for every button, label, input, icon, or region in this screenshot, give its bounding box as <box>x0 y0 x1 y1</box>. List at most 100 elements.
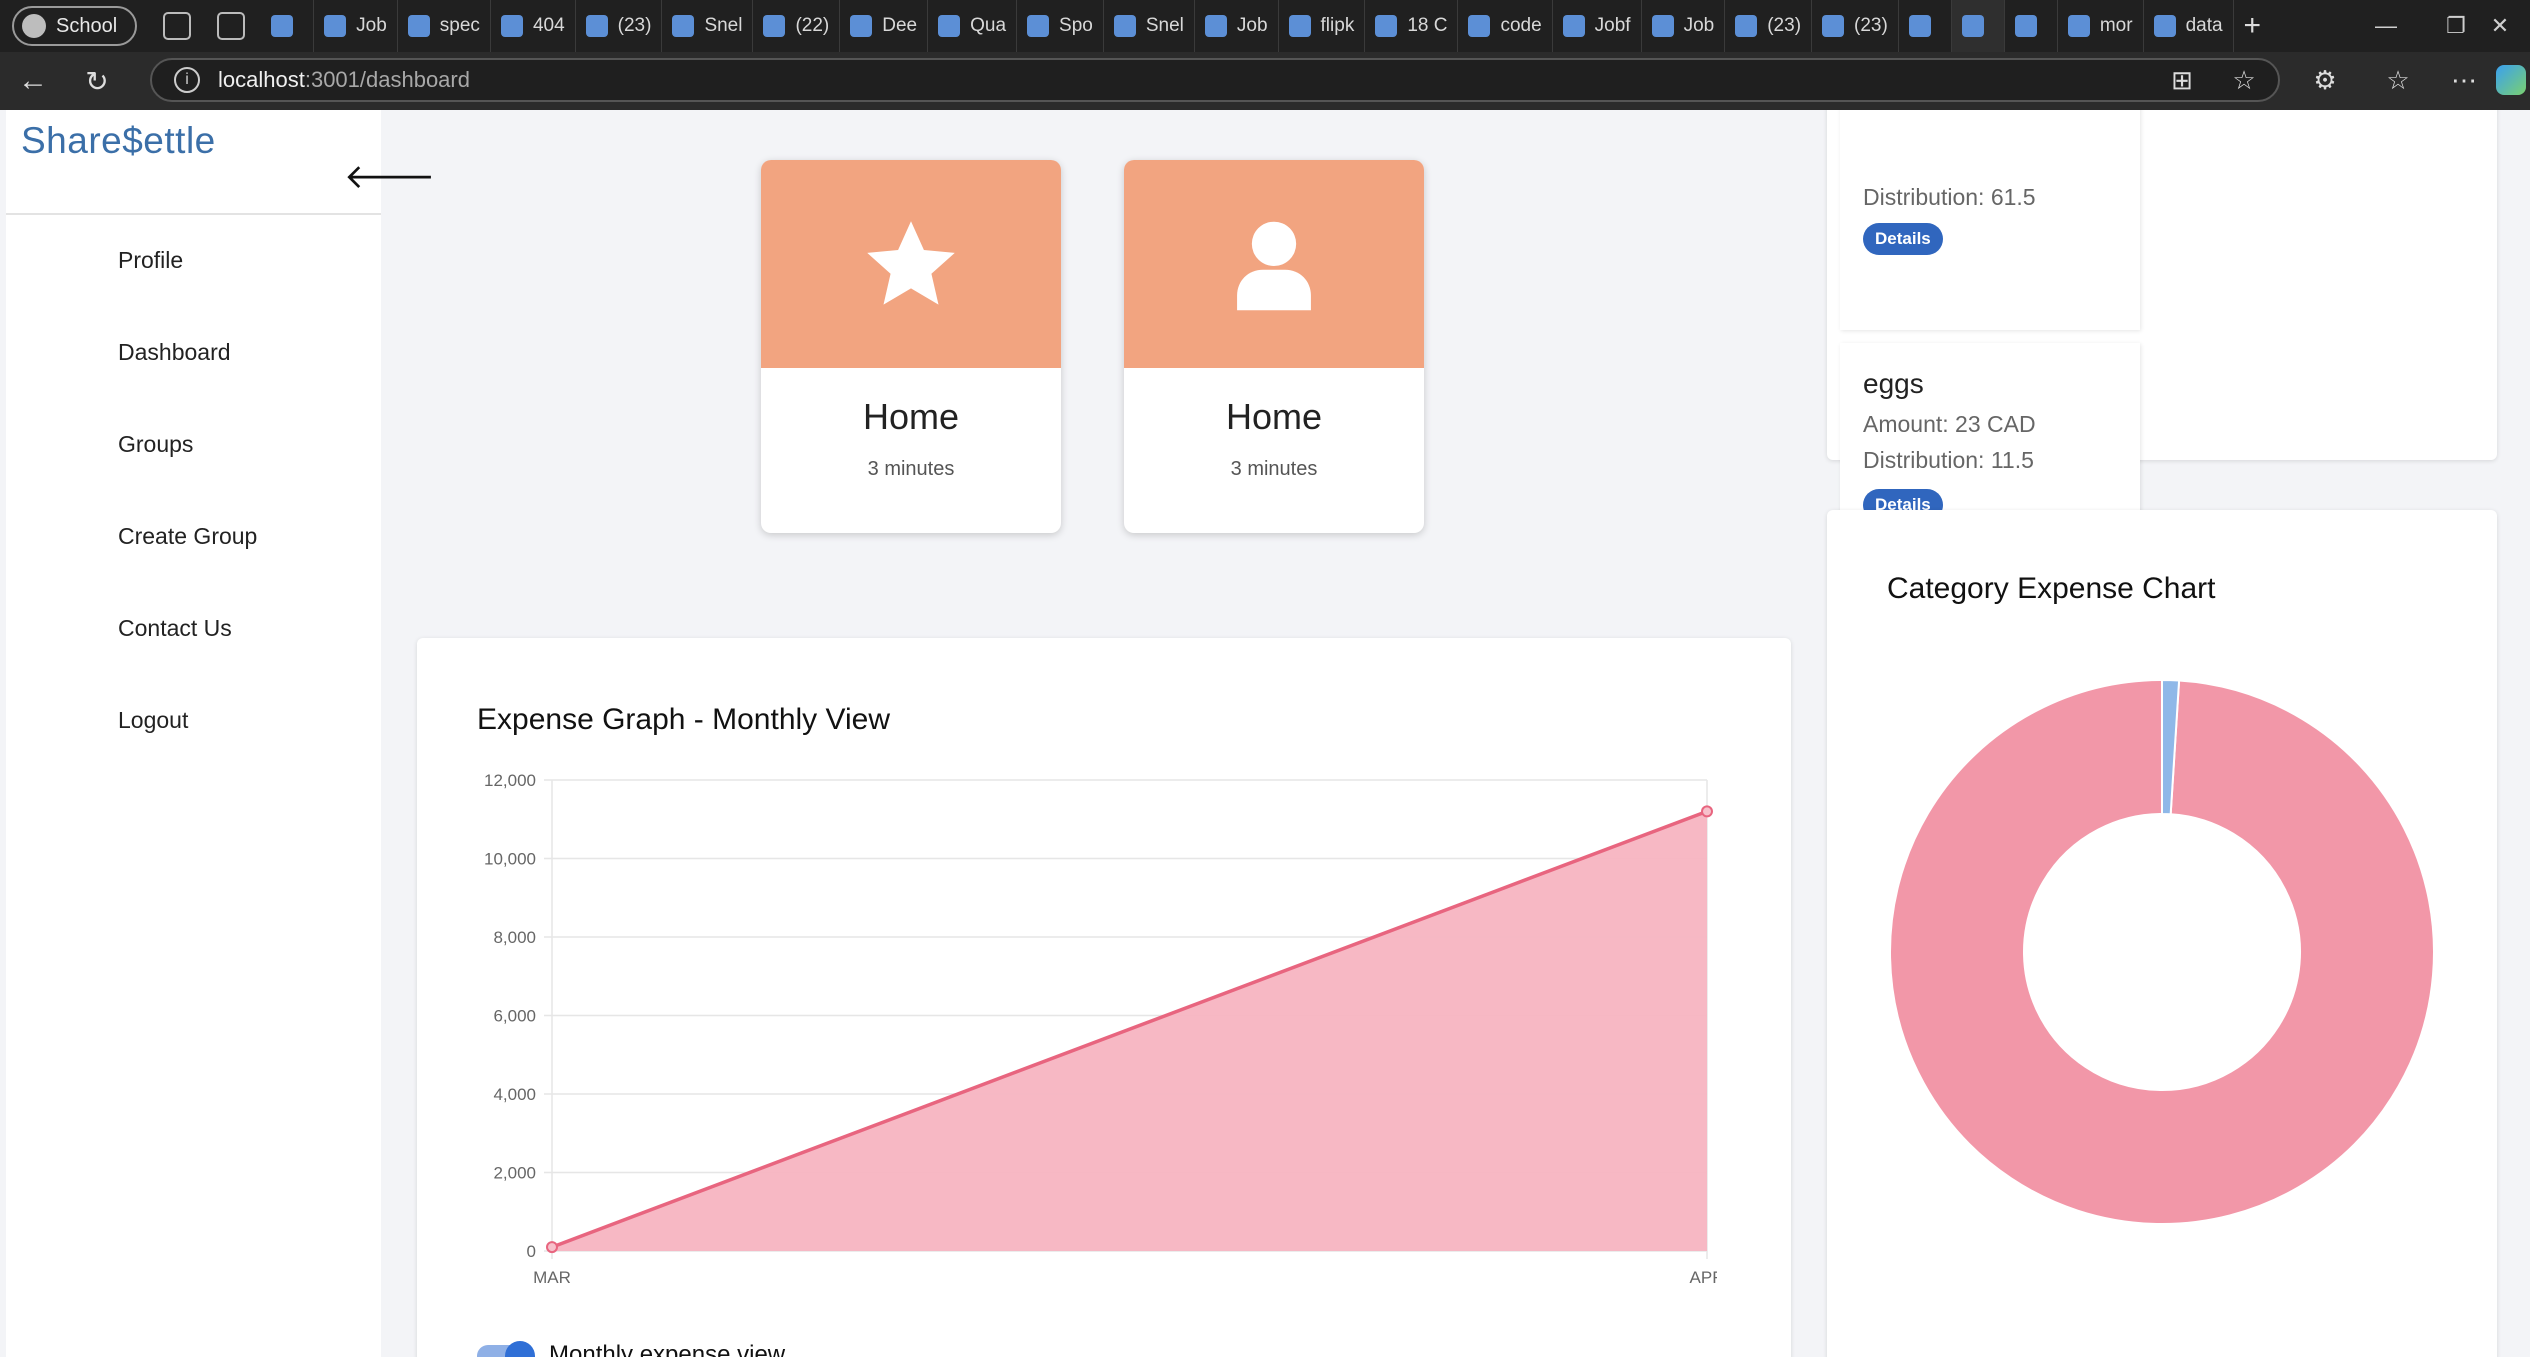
expense-name: eggs <box>1863 368 1924 399</box>
expense-list-panel: Distribution: 61.5 Details eggs Amount: … <box>1827 110 2497 573</box>
tab-favicon-icon <box>585 15 608 37</box>
browser-tab[interactable]: data <box>2144 0 2234 52</box>
avatar <box>22 14 46 38</box>
profile-button[interactable]: School <box>12 6 138 46</box>
sidebar-item-create-group[interactable]: Create Group <box>118 523 257 550</box>
group-card[interactable]: Home 3 minutes <box>761 160 1061 533</box>
browser-tab[interactable]: Snel <box>1104 0 1195 52</box>
browser-tab[interactable]: mor <box>2058 0 2144 52</box>
card-title: Home <box>862 396 960 437</box>
card-title: Home <box>1225 396 1323 437</box>
tab-favicon-icon <box>2014 15 2037 37</box>
browser-tab[interactable] <box>261 0 315 52</box>
tab-label: Job <box>1236 15 1268 36</box>
y-tick-label: 6,000 <box>493 1007 536 1026</box>
window-close-button[interactable]: ✕ <box>2470 0 2530 52</box>
copilot-icon[interactable] <box>2496 65 2526 95</box>
expense-amount: Amount: 23 CAD <box>1863 411 2036 437</box>
sidebar: Share$ettle 🡐 Profile Dashboard Groups C… <box>6 110 435 1357</box>
tab-favicon-icon <box>1113 15 1136 37</box>
app-available-icon[interactable]: ⊞ <box>2164 62 2200 98</box>
star-icon <box>867 221 955 305</box>
sidebar-item-logout[interactable]: Logout <box>118 707 188 734</box>
browser-tab[interactable]: 18 C <box>1365 0 1459 52</box>
tab-favicon-icon <box>1908 15 1931 37</box>
browser-tab[interactable]: Job <box>314 0 398 52</box>
tab-favicon-icon <box>672 15 695 37</box>
expense-distribution: Distribution: 61.5 <box>1863 184 2036 210</box>
card-subtitle: 3 minutes <box>1230 458 1318 480</box>
y-tick-label: 0 <box>527 1242 536 1261</box>
favorites-icon[interactable]: ☆ <box>2380 62 2416 98</box>
browser-tab[interactable]: (23) <box>576 0 663 52</box>
tab-actions-icon[interactable] <box>217 12 246 40</box>
favorite-star-icon[interactable]: ☆ <box>2226 62 2262 98</box>
data-point <box>1701 805 1713 818</box>
browser-tab[interactable]: Snel <box>662 0 754 52</box>
browser-tab[interactable]: 404 <box>491 0 576 52</box>
tab-label: Job <box>356 15 387 36</box>
expense-distribution: Distribution: 11.5 <box>1863 447 2034 473</box>
browser-tab[interactable]: code <box>1458 0 1553 52</box>
tab-favicon-icon <box>2067 15 2090 37</box>
expense-graph-panel: Expense Graph - Monthly View 0 2,000 4,000… <box>417 638 1791 1357</box>
browser-tab[interactable]: Job <box>1195 0 1279 52</box>
card-header <box>761 160 1061 368</box>
tab-label: Jobf <box>1594 15 1631 36</box>
sidebar-item-groups[interactable]: Groups <box>118 431 193 458</box>
x-tick-label: MAR <box>533 1268 571 1287</box>
new-tab-button[interactable]: + <box>2234 0 2272 52</box>
browser-tab[interactable] <box>1899 0 1952 52</box>
url-field[interactable]: i localhost:3001/dashboard ⊞ ☆ <box>150 58 2280 102</box>
sidebar-item-contact-us[interactable]: Contact Us <box>118 615 232 642</box>
browser-tab[interactable]: (23) <box>1725 0 1813 52</box>
tab-favicon-icon <box>850 15 873 37</box>
tab-favicon-icon <box>2153 15 2176 37</box>
browser-tab[interactable]: Job <box>1642 0 1726 52</box>
back-button[interactable]: ← <box>10 58 56 104</box>
tab-favicon-icon <box>938 15 961 37</box>
tab-label: data <box>2185 15 2223 36</box>
workspaces-icon[interactable] <box>163 12 192 40</box>
more-menu-icon[interactable]: ⋯ <box>2446 62 2482 98</box>
tab-favicon-icon <box>500 15 523 37</box>
group-card[interactable]: Home 3 minutes <box>1124 160 1424 533</box>
browser-tab[interactable]: spec <box>398 0 491 52</box>
browser-tab[interactable]: Spo <box>1017 0 1104 52</box>
back-arrow-icon: ← <box>18 64 48 97</box>
browser-tab[interactable] <box>2005 0 2058 52</box>
arrow-left-icon: 🡐 <box>344 158 436 196</box>
tab-label: (23) <box>1854 15 1888 36</box>
browser-tab[interactable]: flipk <box>1279 0 1366 52</box>
tab-label: (23) <box>617 15 652 36</box>
app-logo[interactable]: Share$ettle <box>21 120 216 162</box>
sidebar-item-dashboard[interactable]: Dashboard <box>118 339 231 366</box>
reload-icon: ↻ <box>85 65 109 97</box>
site-info-icon[interactable]: i <box>174 67 200 93</box>
tab-favicon-icon <box>1468 15 1491 37</box>
tab-favicon-icon <box>324 15 347 37</box>
tab-label: Job <box>1683 15 1715 36</box>
browser-tab[interactable]: Qua <box>928 0 1018 52</box>
tab-favicon-icon <box>1735 15 1758 37</box>
sidebar-item-profile[interactable]: Profile <box>118 247 183 274</box>
toggle-label: Monthly expense view <box>549 1341 786 1357</box>
collapse-sidebar-button[interactable]: 🡐 <box>344 156 435 197</box>
browser-tab[interactable]: (22) <box>753 0 841 52</box>
details-button[interactable]: Details <box>1863 223 1943 255</box>
reload-button[interactable]: ↻ <box>74 58 120 104</box>
minimize-button[interactable]: — <box>2346 0 2426 52</box>
tab-label: (22) <box>795 15 830 36</box>
browser-tab[interactable]: Jobf <box>1553 0 1642 52</box>
browser-tab[interactable] <box>1951 0 2005 52</box>
y-tick-label: 10,000 <box>484 850 536 869</box>
tab-favicon-icon <box>1288 15 1311 37</box>
tab-favicon-icon <box>1822 15 1845 37</box>
browser-tab[interactable]: Dee <box>840 0 929 52</box>
y-tick-label: 8,000 <box>493 928 536 947</box>
extensions-icon[interactable]: ⚙ <box>2307 62 2343 98</box>
browser-tab[interactable]: (23) <box>1812 0 1899 52</box>
chart-title: Expense Graph - Monthly View <box>477 703 890 736</box>
tab-favicon-icon <box>1204 15 1227 37</box>
address-bar-row: ← ↻ i localhost:3001/dashboard ⊞ ☆ ⚙ ☆ ⋯ <box>0 52 2530 110</box>
